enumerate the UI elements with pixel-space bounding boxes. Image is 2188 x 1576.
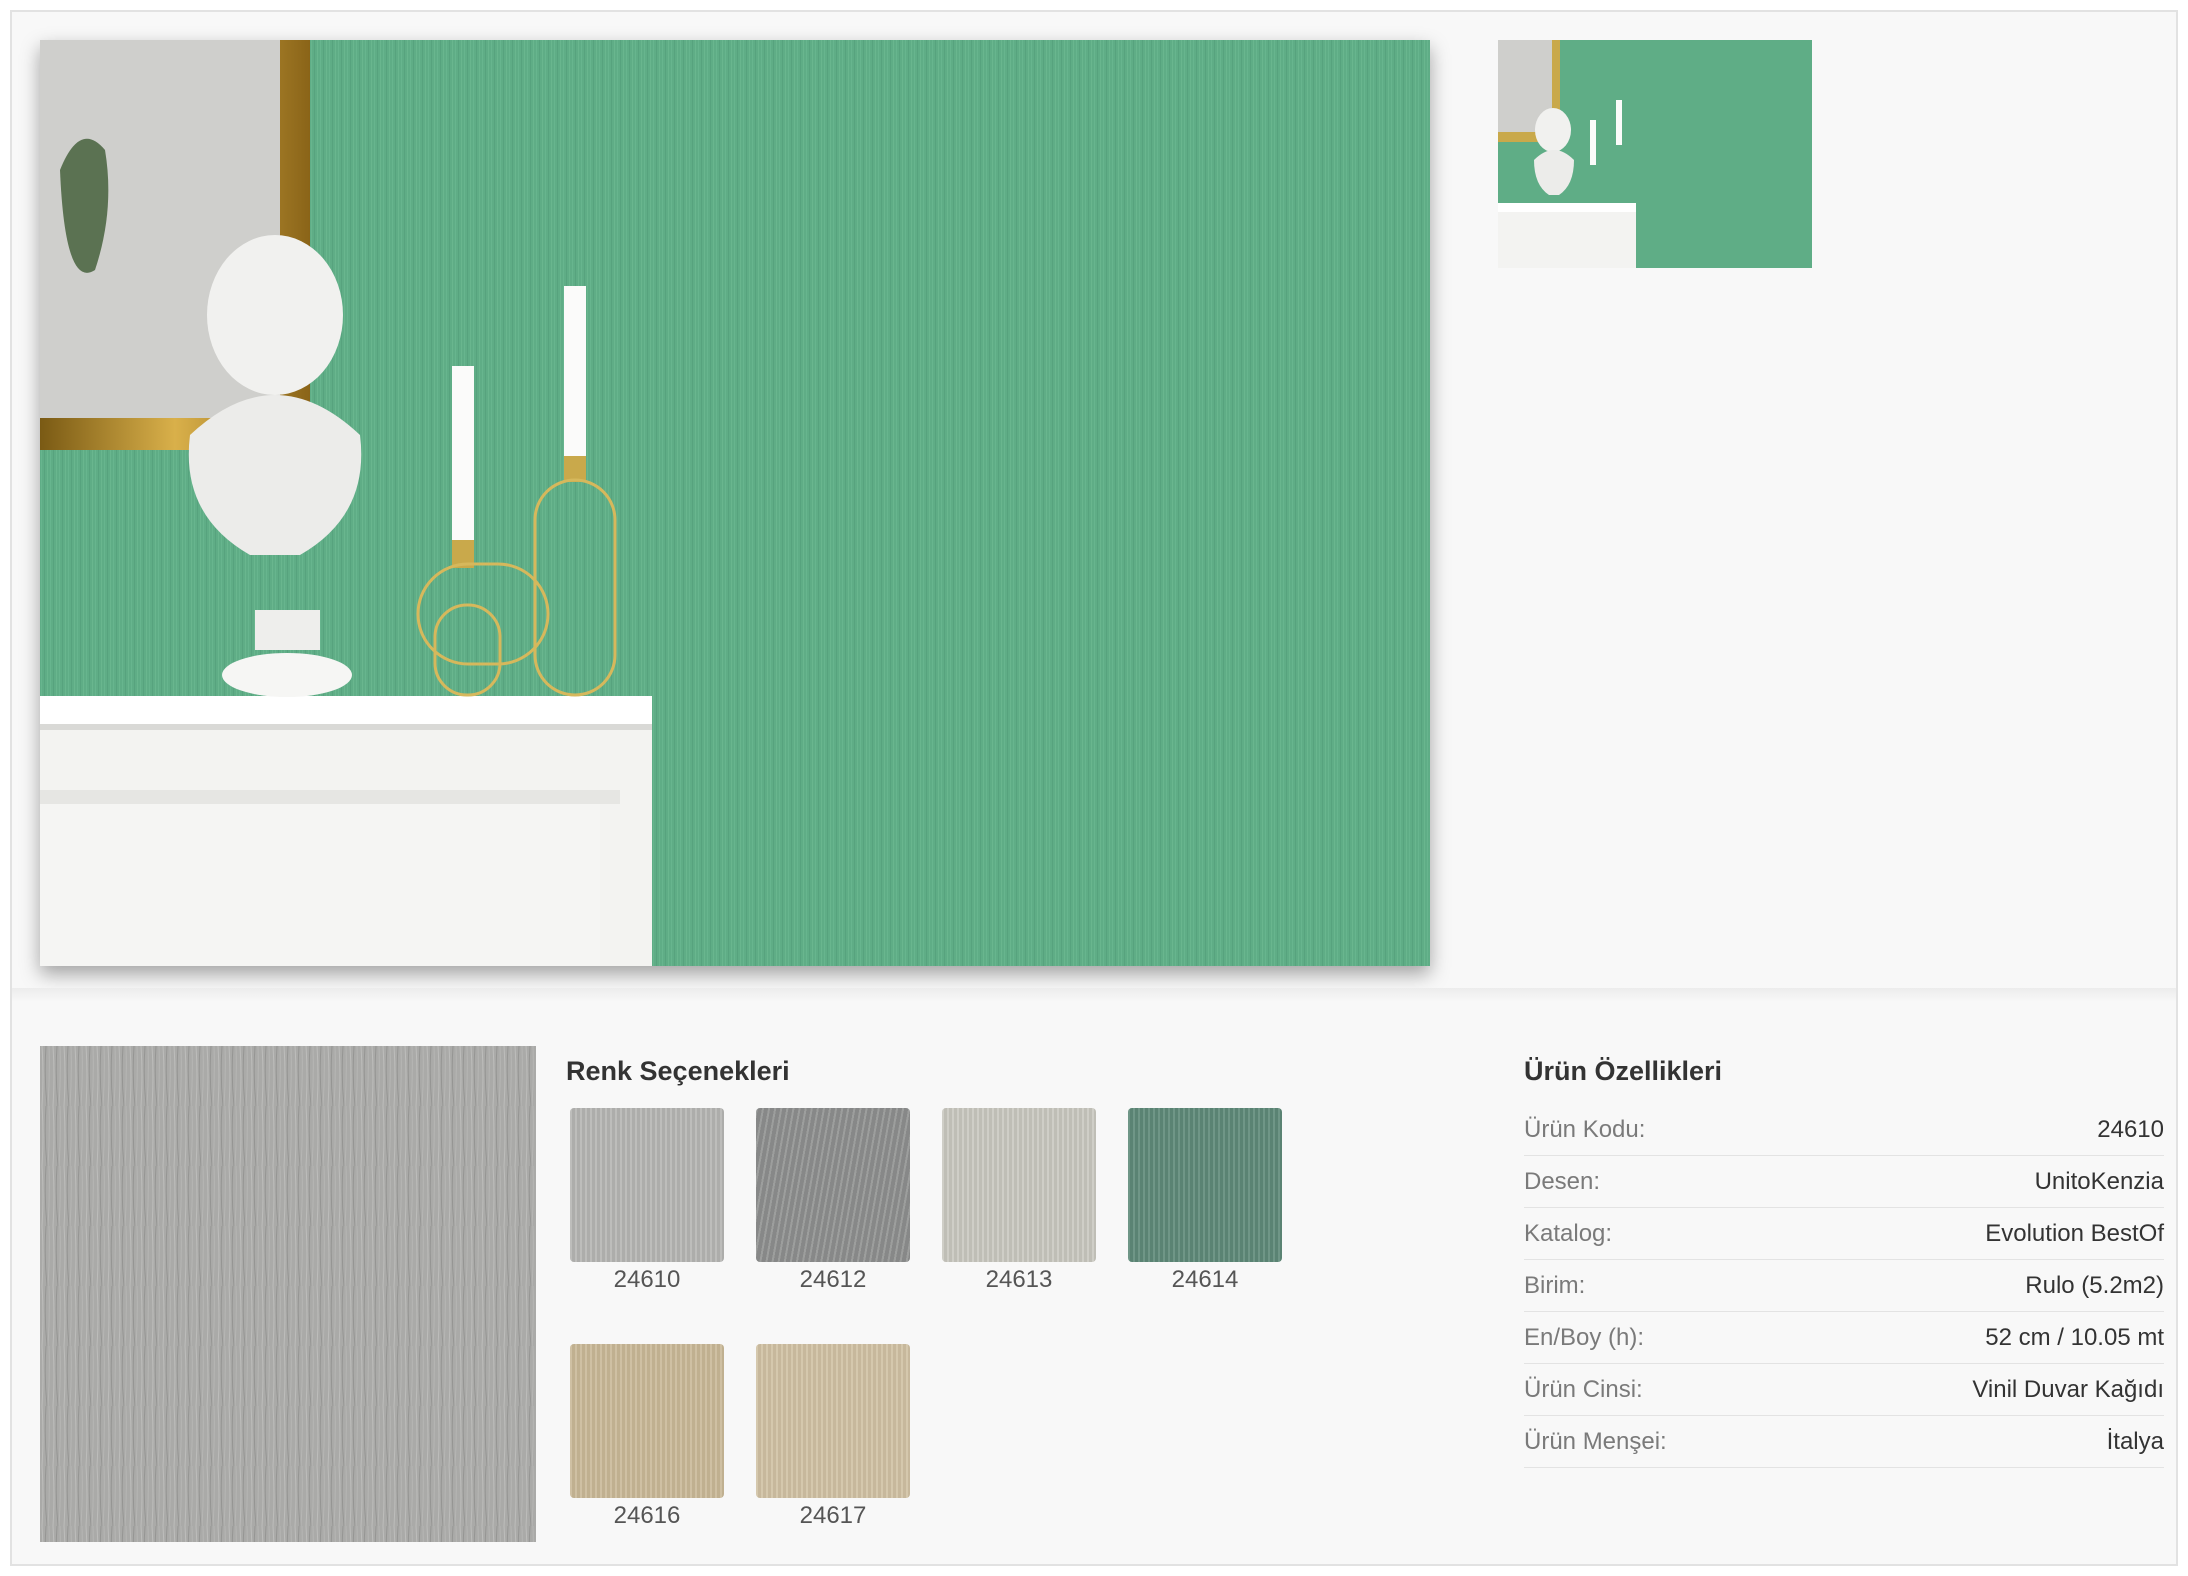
spec-value: UnitoKenzia — [2034, 1167, 2164, 1195]
spec-value: Vinil Duvar Kağıdı — [1972, 1375, 2164, 1403]
product-specs-title: Ürün Özellikleri — [1524, 1056, 1723, 1086]
swatch-image — [570, 1108, 724, 1262]
color-option-24617[interactable]: 24617 — [756, 1344, 910, 1530]
spec-label: Desen: — [1524, 1167, 1601, 1195]
swatch-image — [570, 1344, 724, 1498]
spec-row-product-type: Ürün Cinsi: Vinil Duvar Kağıdı — [1524, 1364, 2164, 1416]
swatch-image — [942, 1108, 1096, 1262]
swatch-code: 24616 — [613, 1502, 681, 1529]
spec-value: 52 cm / 10.05 mt — [1985, 1323, 2164, 1351]
color-swatch-grid: 24610 24612 24613 24614 24616 24617 — [570, 1108, 1330, 1558]
swatch-code: 24612 — [799, 1266, 867, 1293]
color-option-24616[interactable]: 24616 — [570, 1344, 724, 1530]
spec-label: En/Boy (h): — [1524, 1323, 1645, 1351]
spec-label: Katalog: — [1524, 1219, 1613, 1247]
spec-value: Rulo (5.2m2) — [2025, 1271, 2164, 1299]
spec-value: 24610 — [2097, 1115, 2164, 1143]
spec-value: İtalya — [2106, 1427, 2164, 1455]
swatch-code: 24617 — [799, 1502, 867, 1529]
spec-label: Birim: — [1524, 1271, 1586, 1299]
section-divider — [12, 988, 2176, 1002]
spec-row-pattern: Desen: UnitoKenzia — [1524, 1156, 2164, 1208]
spec-row-origin: Ürün Menşei: İtalya — [1524, 1416, 2164, 1468]
spec-label: Ürün Menşei: — [1524, 1427, 1667, 1455]
product-page: Renk Seçenekleri 24610 24612 24613 24614… — [10, 10, 2178, 1566]
color-option-24610[interactable]: 24610 — [570, 1108, 724, 1294]
swatch-image — [756, 1108, 910, 1262]
product-specs-table: Ürün Kodu: 24610 Desen: UnitoKenzia Kata… — [1524, 1104, 2164, 1468]
spec-value: Evolution BestOf — [1985, 1219, 2164, 1247]
texture-preview-image — [40, 1046, 536, 1542]
swatch-code: 24614 — [1171, 1266, 1239, 1293]
swatch-image — [756, 1344, 910, 1498]
color-option-24612[interactable]: 24612 — [756, 1108, 910, 1294]
color-option-24613[interactable]: 24613 — [942, 1108, 1096, 1294]
gallery-thumbnail[interactable] — [1498, 40, 1812, 268]
spec-label: Ürün Cinsi: — [1524, 1375, 1643, 1403]
main-product-image[interactable] — [40, 40, 1430, 966]
color-options-title: Renk Seçenekleri — [566, 1056, 790, 1086]
spec-row-product-code: Ürün Kodu: 24610 — [1524, 1104, 2164, 1156]
spec-row-unit: Birim: Rulo (5.2m2) — [1524, 1260, 2164, 1312]
spec-row-catalog: Katalog: Evolution BestOf — [1524, 1208, 2164, 1260]
swatch-code: 24610 — [613, 1266, 681, 1293]
color-option-24614[interactable]: 24614 — [1128, 1108, 1282, 1294]
spec-row-dimensions: En/Boy (h): 52 cm / 10.05 mt — [1524, 1312, 2164, 1364]
swatch-code: 24613 — [985, 1266, 1053, 1293]
swatch-image — [1128, 1108, 1282, 1262]
spec-label: Ürün Kodu: — [1524, 1115, 1646, 1143]
